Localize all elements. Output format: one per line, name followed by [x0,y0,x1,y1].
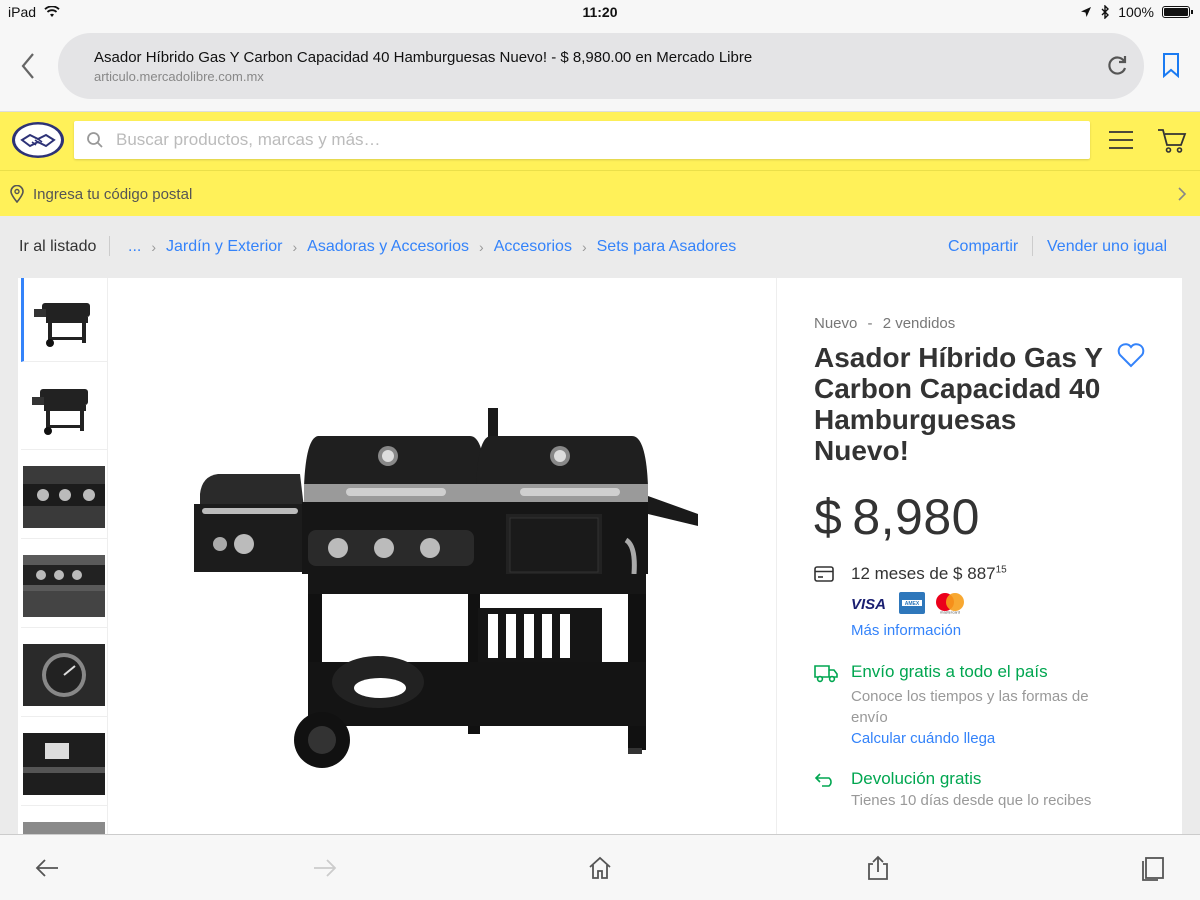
more-info-link[interactable]: Más información [851,622,961,639]
grill-thumbnail-image [33,302,90,347]
product-price: $8,980 [814,488,980,546]
condition-separator: - [867,315,873,332]
grill-image [194,408,698,768]
postal-code-bar[interactable]: Ingresa tu código postal [0,170,1200,216]
back-icon[interactable] [16,50,40,82]
svg-text:mastercard: mastercard [940,610,960,615]
price-currency: $ [814,489,843,545]
product-title: Asador Híbrido Gas Y Carbon Capacidad 40… [814,342,1103,466]
mastercard-logo: mastercard [936,593,964,615]
home-icon[interactable] [586,855,614,881]
heart-icon[interactable] [1117,342,1145,368]
breadcrumb-jardin-exterior[interactable]: Jardín y Exterior [166,238,282,256]
page-title: Asador Híbrido Gas Y Carbon Capacidad 40… [94,49,753,66]
control-panel-thumbnail-image [23,554,105,617]
credit-card-icon [814,566,834,582]
thumbnail[interactable] [21,722,107,806]
breadcrumb-row: Ir al listado ... › Jardín y Exterior › … [0,216,1200,278]
visa-logo: VISA [851,596,886,611]
grill-door-thumbnail-image [23,732,105,795]
product-info-panel: Nuevo - 2 vendidos Asador Híbrido Gas Y … [776,278,1182,838]
status-bar: iPad 11:20 100% [0,0,1200,24]
reload-icon[interactable] [1104,53,1130,79]
battery-percent: 100% [1118,4,1154,20]
return-subtitle: Tienes 10 días desde que lo recibes [851,792,1092,809]
shipping-subtitle: Conoce los tiempos y las formas de envío [851,688,1089,726]
browser-address-bar: Asador Híbrido Gas Y Carbon Capacidad 40… [0,24,1200,112]
chevron-right-icon [1178,187,1187,201]
truck-icon [814,665,838,683]
installments-cents: 15 [995,564,1007,576]
url-field[interactable]: Asador Híbrido Gas Y Carbon Capacidad 40… [58,33,1144,99]
share-icon[interactable] [864,855,892,881]
site-header [0,112,1200,170]
menu-icon[interactable] [1108,130,1134,150]
search-input[interactable] [116,121,1076,159]
breadcrumb-accesorios[interactable]: Accesorios [494,238,572,256]
location-pin-icon [10,185,24,203]
price-amount: 8,980 [852,489,980,545]
thermometer-thumbnail-image [23,643,105,706]
thumbnail[interactable] [21,366,107,450]
postal-code-label: Ingresa tu código postal [33,186,193,203]
location-icon [1081,7,1092,17]
thumbnail[interactable] [21,455,107,539]
svg-text:VISA: VISA [851,596,886,611]
condition-label: Nuevo [814,315,858,332]
clock: 11:20 [582,4,618,20]
thumbnail[interactable] [21,633,107,717]
calculate-shipping-link[interactable]: Calcular cuándo llega [851,730,995,747]
condition-line: Nuevo - 2 vendidos [814,315,955,332]
shipping-title: Envío gratis a todo el país [851,662,1048,681]
mercadolibre-logo[interactable] [10,120,66,160]
product-main-image[interactable] [108,278,776,838]
thumbnail-strip [18,278,108,838]
chevron-right-icon: › [581,239,587,255]
chevron-right-icon: › [151,239,157,255]
url-host: articulo.mercadolibre.com.mx [94,69,264,84]
battery-icon [1162,6,1193,18]
sold-count: 2 vendidos [882,315,956,332]
back-to-listing-link[interactable]: Ir al listado [19,238,96,256]
svg-text:AMEX: AMEX [905,601,920,607]
back-arrow-icon[interactable] [34,855,62,881]
search-box[interactable] [74,121,1090,159]
divider [109,236,110,256]
breadcrumb-ellipsis[interactable]: ... [128,238,141,256]
product-card: Nuevo - 2 vendidos Asador Híbrido Gas Y … [18,278,1182,838]
breadcrumb-sets-asadores[interactable]: Sets para Asadores [597,238,737,256]
breadcrumb: ... › Jardín y Exterior › Asadoras y Acc… [128,238,736,256]
forward-arrow-icon[interactable] [310,855,338,881]
chevron-right-icon: › [479,239,484,255]
share-link[interactable]: Compartir [948,238,1018,256]
thumbnail[interactable] [21,278,107,362]
breadcrumb-asadoras[interactable]: Asadoras y Accesorios [307,238,469,256]
card-brands: VISA AMEX mastercard [851,592,967,614]
return-arrow-icon [814,773,832,787]
search-icon[interactable] [86,131,104,149]
installments-text: 12 meses de $ 887 [851,564,996,583]
thumbnail[interactable] [21,544,107,628]
return-title: Devolución gratis [851,769,982,788]
sell-similar-link[interactable]: Vender uno igual [1047,238,1167,256]
tabs-icon[interactable] [1140,855,1168,881]
chevron-right-icon: › [292,239,298,255]
amex-logo: AMEX [899,592,925,614]
grill-thumbnail-image [32,388,88,435]
divider [1032,236,1033,256]
cart-icon[interactable] [1156,126,1188,154]
bookmark-icon[interactable] [1160,52,1182,78]
browser-toolbar [0,834,1200,900]
bluetooth-icon [1101,5,1110,19]
control-knobs-thumbnail-image [23,465,105,528]
